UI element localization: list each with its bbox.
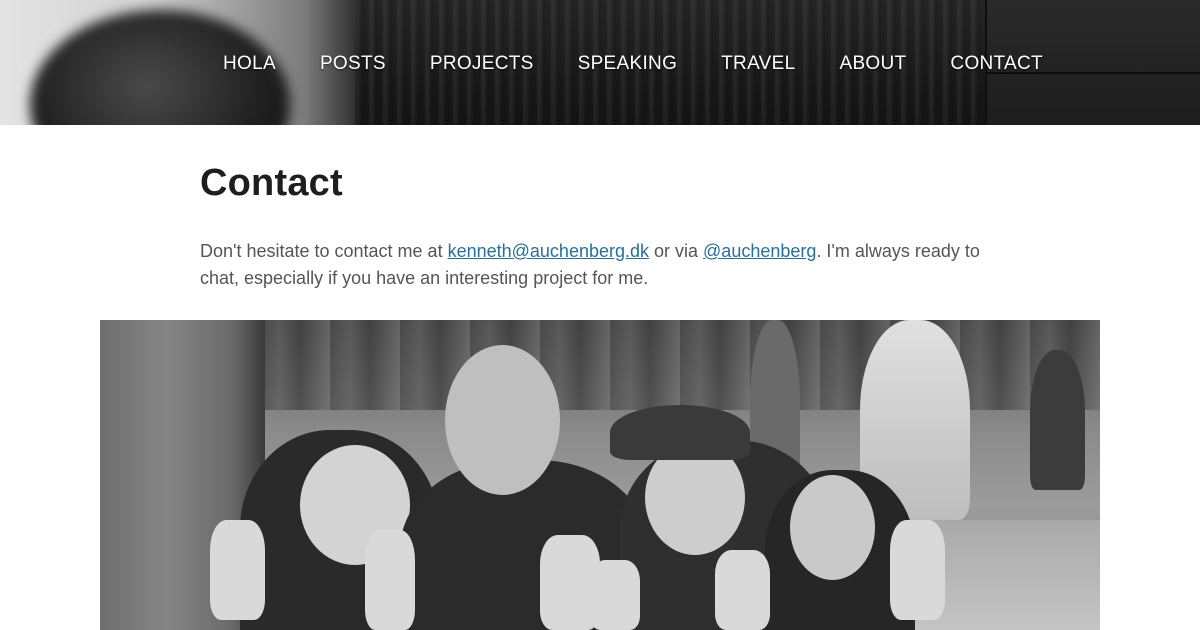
photo-peace-hand-1 (210, 520, 265, 620)
email-link[interactable]: kenneth@auchenberg.dk (448, 241, 649, 261)
photo-peace-hand-4 (590, 560, 640, 630)
nav-item-projects[interactable]: PROJECTS (408, 53, 556, 75)
page-title: Contact (200, 162, 343, 204)
nav-item-posts[interactable]: POSTS (298, 53, 408, 75)
nav-item-speaking[interactable]: SPEAKING (556, 53, 700, 75)
nav-item-about[interactable]: ABOUT (817, 53, 928, 75)
contact-photo (100, 320, 1100, 630)
photo-face-man (445, 345, 560, 495)
photo-hat (610, 405, 750, 460)
photo-peace-hand-6 (890, 520, 945, 620)
photo-person-background-3 (1030, 350, 1085, 490)
main-nav: HOLA POSTS PROJECTS SPEAKING TRAVEL ABOU… (200, 50, 1043, 78)
nav-item-hola[interactable]: HOLA (200, 53, 298, 75)
nav-item-contact[interactable]: CONTACT (928, 53, 1065, 75)
photo-background-stalls (260, 320, 1100, 410)
photo-face-girl-right (790, 475, 875, 580)
intro-text-start: Don't hesitate to contact me at (200, 241, 448, 261)
photo-peace-hand-5 (715, 550, 770, 630)
contact-intro: Don't hesitate to contact me at kenneth@… (200, 238, 1000, 292)
nav-item-travel[interactable]: TRAVEL (699, 53, 817, 75)
twitter-link[interactable]: @auchenberg (703, 241, 816, 261)
intro-text-middle: or via (649, 241, 704, 261)
photo-peace-hand-2 (365, 530, 415, 630)
header-banner: HOLA POSTS PROJECTS SPEAKING TRAVEL ABOU… (0, 0, 1200, 125)
